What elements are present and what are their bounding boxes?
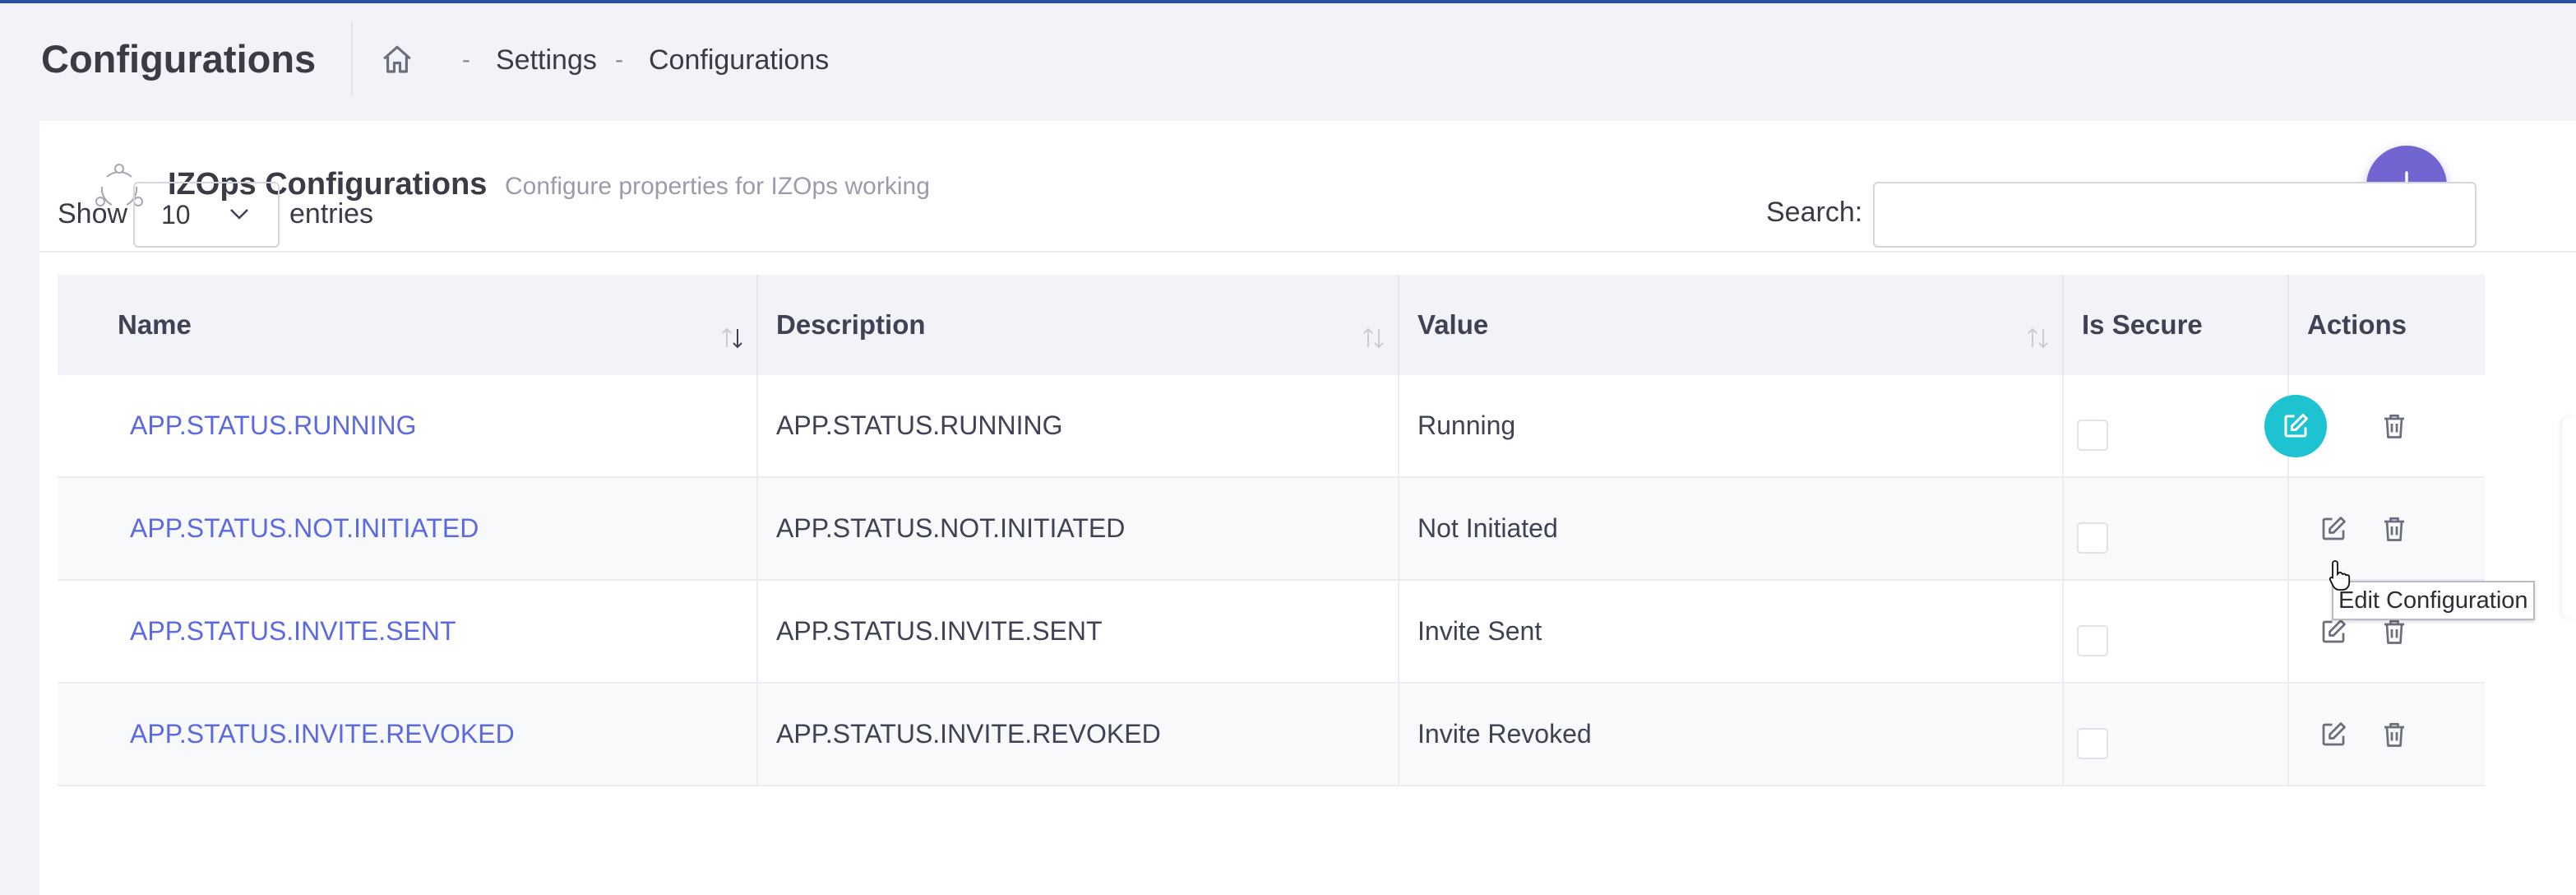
table-row: APP.STATUS.INVITE.SENT APP.STATUS.INVITE… bbox=[58, 581, 2485, 684]
config-name-link[interactable]: APP.STATUS.RUNNING bbox=[130, 375, 417, 476]
column-header-is-secure: Is Secure bbox=[2082, 309, 2203, 340]
column-divider bbox=[2287, 581, 2289, 682]
column-divider bbox=[1398, 375, 1399, 476]
hand-cursor-icon bbox=[2329, 560, 2351, 591]
card-subtitle: Configure properties for IZOps working bbox=[505, 173, 930, 200]
delete-icon[interactable] bbox=[2379, 617, 2409, 647]
is-secure-checkbox[interactable] bbox=[2077, 625, 2108, 656]
edit-icon bbox=[2284, 414, 2308, 438]
edit-icon[interactable] bbox=[2319, 720, 2348, 749]
column-divider bbox=[1398, 478, 1399, 579]
column-divider bbox=[2287, 478, 2289, 579]
config-description: APP.STATUS.INVITE.SENT bbox=[776, 616, 1103, 646]
show-label: Show bbox=[58, 198, 128, 230]
sort-icon[interactable] bbox=[2026, 326, 2051, 350]
column-divider bbox=[1398, 275, 1399, 375]
breadcrumb-configurations[interactable]: Configurations bbox=[649, 39, 829, 81]
column-divider bbox=[1398, 684, 1399, 785]
is-secure-checkbox[interactable] bbox=[2077, 522, 2108, 554]
subheader-divider bbox=[351, 21, 353, 95]
entries-label: entries bbox=[289, 198, 374, 230]
column-header-actions: Actions bbox=[2307, 309, 2407, 340]
page-length-select[interactable]: 10 bbox=[133, 182, 280, 248]
config-value: Running bbox=[1417, 410, 1516, 440]
table-header: Name Description Value Is Secure Actions bbox=[58, 275, 2485, 375]
is-secure-checkbox[interactable] bbox=[2077, 420, 2108, 451]
breadcrumb-separator: - bbox=[462, 46, 470, 73]
delete-icon[interactable] bbox=[2379, 514, 2409, 544]
edit-icon[interactable] bbox=[2319, 617, 2348, 647]
config-value: Invite Sent bbox=[1417, 616, 1542, 646]
column-divider bbox=[2062, 375, 2064, 476]
config-description: APP.STATUS.NOT.INITIATED bbox=[776, 513, 1126, 543]
table-row: APP.STATUS.NOT.INITIATED APP.STATUS.NOT.… bbox=[58, 478, 2485, 581]
config-description: APP.STATUS.INVITE.REVOKED bbox=[776, 719, 1161, 749]
column-divider bbox=[756, 581, 758, 682]
column-divider bbox=[756, 275, 758, 375]
config-value: Invite Revoked bbox=[1417, 719, 1592, 749]
column-header-description[interactable]: Description bbox=[776, 275, 926, 375]
sort-icon[interactable] bbox=[1362, 326, 1386, 350]
side-panel-toggle[interactable] bbox=[2562, 416, 2576, 619]
edit-icon[interactable] bbox=[2319, 514, 2348, 544]
search-input[interactable] bbox=[1873, 182, 2477, 248]
edit-configuration-tooltip: Edit Configuration bbox=[2332, 581, 2535, 620]
breadcrumb-settings[interactable]: Settings bbox=[496, 39, 597, 81]
chevron-down-icon bbox=[230, 209, 248, 220]
column-divider bbox=[2062, 581, 2064, 682]
column-divider bbox=[2287, 684, 2289, 785]
column-divider bbox=[756, 478, 758, 579]
column-header-value[interactable]: Value bbox=[1417, 275, 1488, 375]
column-divider bbox=[2062, 275, 2064, 375]
column-divider bbox=[756, 684, 758, 785]
delete-icon[interactable] bbox=[2379, 411, 2409, 441]
column-divider bbox=[2062, 684, 2064, 785]
breadcrumb-separator: - bbox=[615, 46, 623, 73]
column-divider bbox=[1398, 581, 1399, 682]
table-row: APP.STATUS.INVITE.REVOKED APP.STATUS.INV… bbox=[58, 684, 2485, 786]
column-divider bbox=[2062, 478, 2064, 579]
table-row: APP.STATUS.RUNNING APP.STATUS.RUNNING Ru… bbox=[58, 375, 2485, 478]
column-divider bbox=[2287, 275, 2289, 375]
delete-icon[interactable] bbox=[2379, 720, 2409, 749]
config-description: APP.STATUS.RUNNING bbox=[776, 410, 1063, 440]
search-label: Search: bbox=[1766, 197, 1863, 228]
config-name-link[interactable]: APP.STATUS.INVITE.SENT bbox=[130, 581, 456, 682]
subheader: Configurations - Settings - Configuratio… bbox=[0, 3, 2576, 117]
config-value: Not Initiated bbox=[1417, 513, 1558, 543]
is-secure-checkbox[interactable] bbox=[2077, 728, 2108, 759]
column-divider bbox=[756, 375, 758, 476]
sort-icon[interactable] bbox=[720, 326, 745, 350]
home-icon[interactable] bbox=[380, 43, 414, 77]
page-length-value: 10 bbox=[161, 200, 191, 230]
config-name-link[interactable]: APP.STATUS.INVITE.REVOKED bbox=[130, 684, 515, 785]
page-title: Configurations bbox=[41, 37, 317, 81]
config-name-link[interactable]: APP.STATUS.NOT.INITIATED bbox=[130, 478, 479, 579]
edit-button[interactable] bbox=[2264, 395, 2327, 457]
column-header-name[interactable]: Name bbox=[118, 275, 192, 375]
